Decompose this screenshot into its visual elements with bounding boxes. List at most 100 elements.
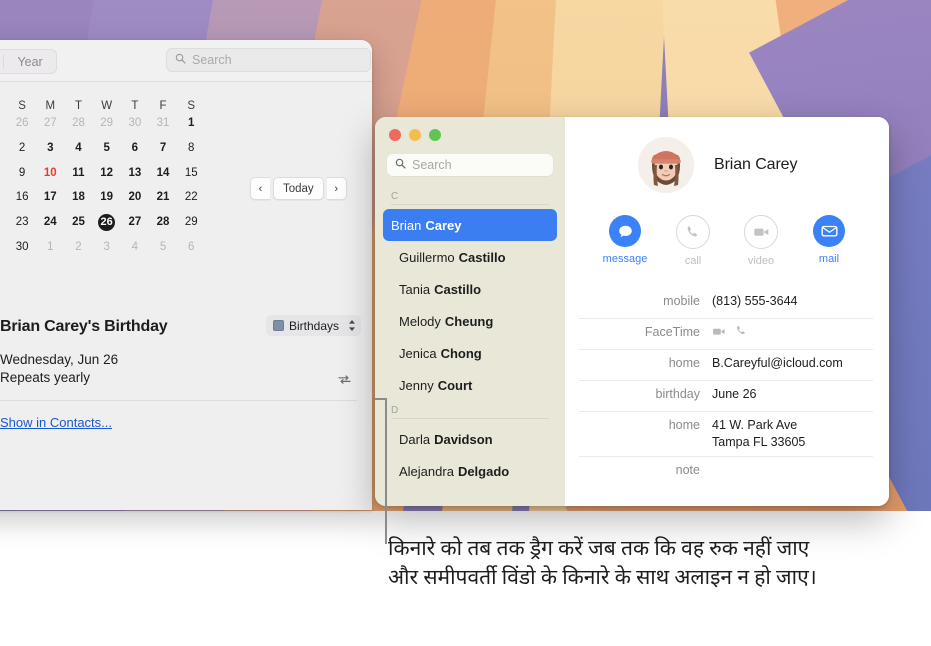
day-cell[interactable]: 2 bbox=[8, 141, 36, 156]
day-cell[interactable]: 5 bbox=[149, 240, 177, 255]
contact-field-value[interactable]: (813) 555-3644 bbox=[712, 293, 797, 310]
day-cell-selected: 26 bbox=[98, 214, 116, 232]
action-mail-button[interactable]: mail bbox=[795, 215, 863, 267]
day-cell[interactable]: 17 bbox=[36, 190, 64, 205]
day-cell[interactable]: 4 bbox=[121, 240, 149, 255]
day-cell[interactable]: 26 bbox=[93, 214, 121, 232]
day-cell[interactable]: 22 bbox=[177, 190, 205, 205]
contacts-section-header: C bbox=[391, 191, 399, 202]
contact-field-value[interactable]: 41 W. Park Ave Tampa FL 33605 bbox=[712, 417, 805, 451]
day-cell[interactable]: 20 bbox=[121, 190, 149, 205]
minimize-icon[interactable] bbox=[409, 129, 421, 141]
day-cell[interactable]: 2 bbox=[64, 240, 92, 255]
day-cell[interactable]: 9 bbox=[8, 166, 36, 181]
event-calendar-popup[interactable]: Birthdays bbox=[265, 315, 361, 336]
day-cell[interactable]: 4 bbox=[64, 141, 92, 156]
contacts-list[interactable]: C Brian Carey Guillermo Castillo Tania Castill… bbox=[375, 187, 565, 506]
contact-field-label: home bbox=[668, 418, 700, 432]
list-item[interactable]: Alejandra Delgado bbox=[383, 455, 557, 487]
list-item[interactable]: Melody Cheung bbox=[383, 305, 557, 337]
day-cell[interactable]: 14 bbox=[149, 166, 177, 181]
day-cell[interactable]: 21 bbox=[149, 190, 177, 205]
list-item[interactable]: Brian Carey bbox=[383, 209, 557, 241]
action-label: call bbox=[684, 255, 702, 267]
day-cell[interactable]: 10 bbox=[36, 166, 64, 181]
contact-last-name: Castillo bbox=[458, 249, 506, 265]
day-cell[interactable]: 25 bbox=[64, 215, 92, 230]
contact-first-name: Melody bbox=[399, 313, 441, 329]
detail-divider bbox=[0, 400, 357, 401]
day-cell[interactable]: 18 bbox=[64, 190, 92, 205]
day-cell[interactable]: 16 bbox=[8, 190, 36, 205]
list-item[interactable]: Jenica Chong bbox=[383, 337, 557, 369]
contact-field-value[interactable] bbox=[712, 324, 748, 342]
day-cell[interactable]: 26 bbox=[8, 116, 36, 131]
day-cell[interactable]: 30 bbox=[8, 240, 36, 255]
memoji-avatar bbox=[638, 137, 694, 193]
day-cell[interactable]: 1 bbox=[177, 116, 205, 131]
month-grid[interactable]: S M T W T F S 26 27 28 29 30 31 1 2 3 4 5 6 7 8 9 10 11 1… bbox=[8, 97, 208, 265]
day-cell[interactable]: 3 bbox=[36, 141, 64, 156]
day-cell[interactable]: 23 bbox=[8, 215, 36, 230]
list-item[interactable]: Darla Davidson bbox=[383, 423, 557, 455]
show-in-contacts-link[interactable]: Show in Contacts... bbox=[0, 415, 112, 430]
weekday-label: T bbox=[74, 100, 82, 112]
day-cell[interactable]: 6 bbox=[121, 141, 149, 156]
day-cell[interactable]: 29 bbox=[177, 215, 205, 230]
day-cell[interactable]: 19 bbox=[93, 190, 121, 205]
contacts-section-rule bbox=[391, 418, 549, 419]
contact-fields: mobile (813) 555-3644 FaceTime home B.Careyf… bbox=[579, 288, 873, 487]
day-cell[interactable]: 15 bbox=[177, 166, 205, 181]
day-cell[interactable]: 24 bbox=[36, 215, 64, 230]
contact-field-value[interactable]: June 26 bbox=[712, 386, 756, 403]
contacts-section-rule bbox=[391, 204, 549, 205]
list-item[interactable]: Tania Castillo bbox=[383, 273, 557, 305]
contacts-search-field[interactable]: Search bbox=[387, 154, 553, 176]
day-cell[interactable]: 28 bbox=[64, 116, 92, 131]
day-cell[interactable]: 12 bbox=[93, 166, 121, 181]
day-cell[interactable]: 28 bbox=[149, 215, 177, 230]
window-traffic-lights[interactable] bbox=[389, 129, 441, 141]
contact-field-row: home 41 W. Park Ave Tampa FL 33605 bbox=[579, 411, 873, 456]
day-cell[interactable]: 6 bbox=[177, 240, 205, 255]
contact-last-name: Carey bbox=[425, 217, 462, 233]
month-week-row: 9 10 11 12 13 14 15 bbox=[8, 166, 208, 181]
calendar-navigation[interactable]: ‹ Today › bbox=[250, 177, 347, 200]
action-label: message bbox=[602, 253, 648, 265]
view-segmented-control[interactable]: th Year bbox=[0, 49, 57, 74]
day-cell[interactable]: 29 bbox=[93, 116, 121, 131]
contact-last-name: Davidson bbox=[434, 431, 493, 447]
day-cell[interactable]: 30 bbox=[121, 116, 149, 131]
day-cell[interactable]: 5 bbox=[93, 141, 121, 156]
callout-stem bbox=[385, 398, 387, 544]
action-message-button[interactable]: message bbox=[591, 215, 659, 267]
close-icon[interactable] bbox=[389, 129, 401, 141]
contact-field-value[interactable]: B.Careyful@icloud.com bbox=[712, 355, 843, 372]
day-cell[interactable]: 7 bbox=[149, 141, 177, 156]
chevron-left-icon[interactable]: ‹ bbox=[250, 177, 270, 200]
day-cell[interactable]: 13 bbox=[121, 166, 149, 181]
chevron-right-icon[interactable]: › bbox=[326, 177, 347, 200]
day-cell[interactable]: 31 bbox=[149, 116, 177, 131]
phone-icon[interactable] bbox=[735, 324, 748, 342]
day-cell[interactable]: 27 bbox=[36, 116, 64, 131]
month-week-row: 26 27 28 29 30 31 1 bbox=[8, 116, 208, 131]
day-cell[interactable]: 8 bbox=[177, 141, 205, 156]
list-item[interactable]: Jenny Court bbox=[383, 369, 557, 401]
maximize-icon[interactable] bbox=[429, 129, 441, 141]
day-cell[interactable]: 1 bbox=[36, 240, 64, 255]
today-button[interactable]: Today bbox=[273, 177, 324, 200]
list-item[interactable]: Guillermo Castillo bbox=[383, 241, 557, 273]
day-cell[interactable]: 3 bbox=[93, 240, 121, 255]
day-cell[interactable]: 11 bbox=[64, 166, 92, 181]
weekday-label: W bbox=[101, 100, 113, 112]
day-cell[interactable]: 27 bbox=[121, 215, 149, 230]
contact-field-row: note bbox=[579, 456, 873, 487]
tab-year[interactable]: Year bbox=[4, 50, 55, 73]
facetime-icons[interactable] bbox=[712, 324, 748, 342]
video-camera-icon[interactable] bbox=[712, 325, 726, 342]
calendar-search-field[interactable]: Search bbox=[166, 48, 371, 72]
contact-actions[interactable]: message call video mail bbox=[565, 215, 889, 267]
calendar-window: th Year Search S M T W T F S 26272829303… bbox=[0, 40, 372, 510]
weekday-label: F bbox=[159, 100, 167, 112]
